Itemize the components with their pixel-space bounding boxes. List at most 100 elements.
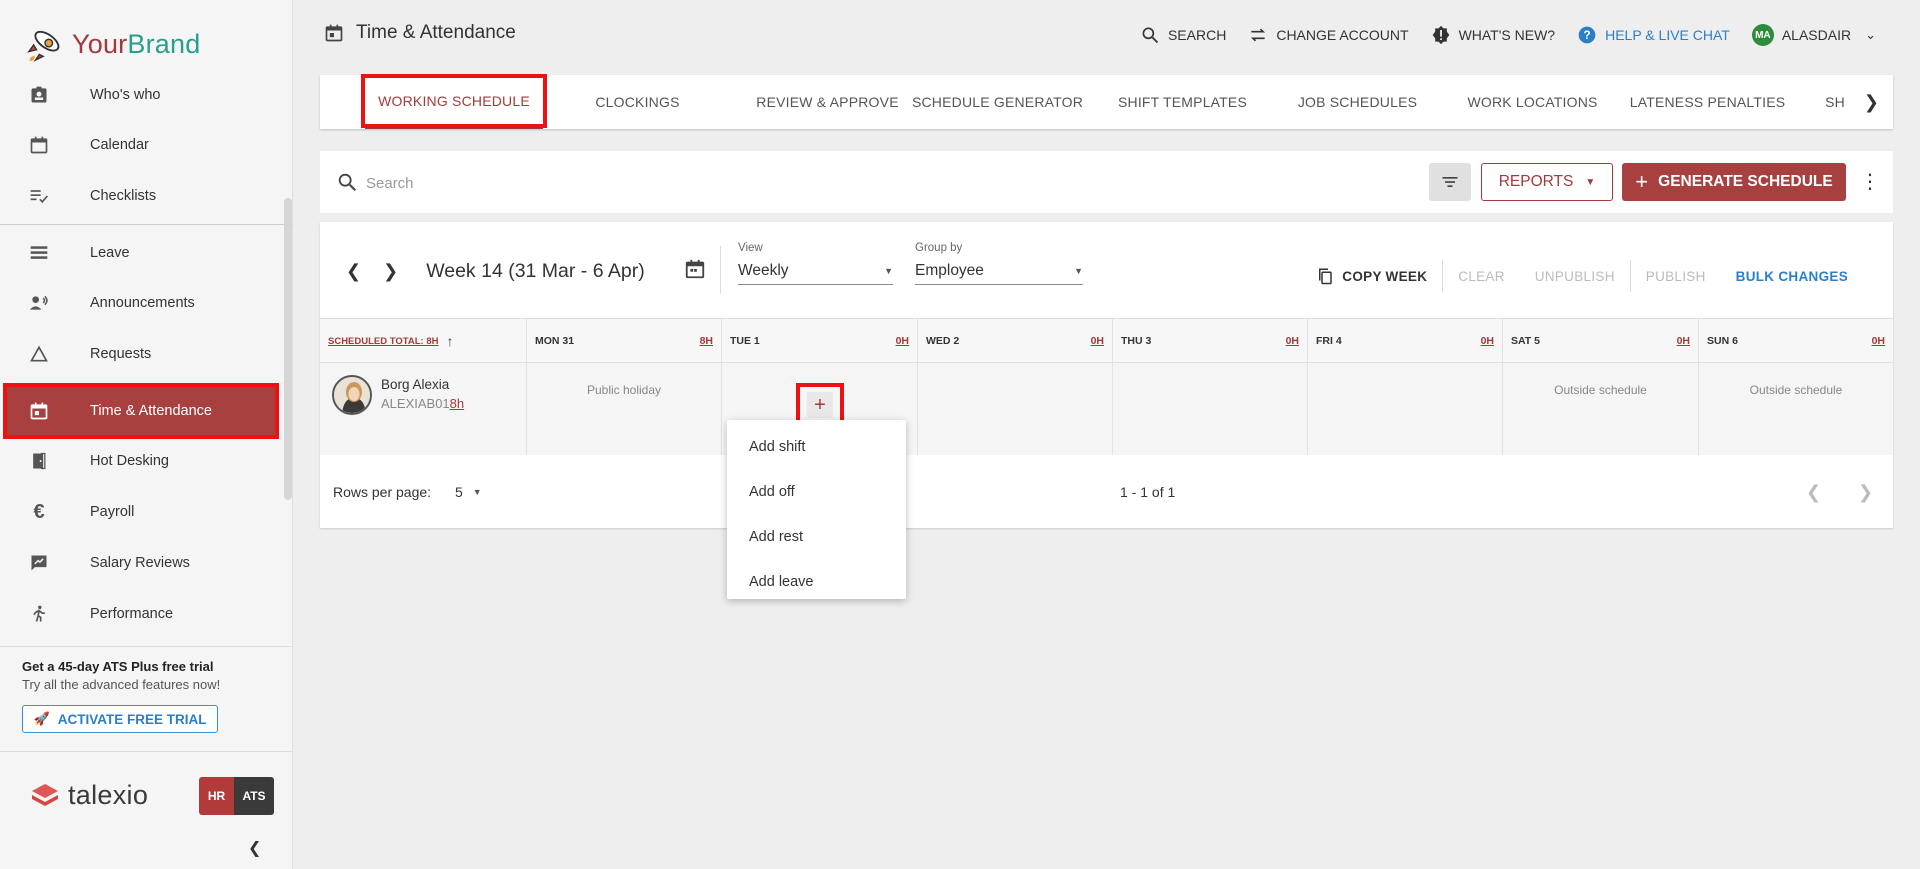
filter-button[interactable] [1429,163,1471,201]
sidebar-item-time-attendance[interactable]: Time & Attendance [3,383,279,439]
sidebar-item-performance[interactable]: Performance [0,589,280,639]
copy-icon [1319,268,1333,285]
whats-new-label: WHAT'S NEW? [1458,27,1556,43]
menu-item-add-leave[interactable]: Add leave [727,559,906,604]
sort-arrow-up-icon[interactable]: ↑ [446,333,453,349]
pagination-bar: Rows per page: 5 ▼ 1 - 1 of 1 ❮ ❯ [320,454,1893,528]
clear-button[interactable]: CLEAR [1443,260,1520,292]
day-label: TUE 1 [730,335,760,347]
grid-header: SCHEDULED TOTAL: 8H ↑ MON 31 8H TUE 1 0H W… [320,319,1893,363]
menu-item-add-shift[interactable]: Add shift [727,424,906,469]
tab-clockings[interactable]: CLOCKINGS [550,75,725,129]
sidebar-scrollbar[interactable] [284,198,292,500]
week-label: Week 14 (31 Mar - 6 Apr) [426,260,645,282]
menu-item-add-off[interactable]: Add off [727,469,906,514]
tab-review-approve[interactable]: REVIEW & APPROVE [725,75,930,129]
badge-icon [28,84,50,106]
menu-item-add-rest[interactable]: Add rest [727,514,906,559]
tab-shift-templates[interactable]: SHIFT TEMPLATES [1095,75,1270,129]
day-label: SAT 5 [1511,335,1540,347]
schedule-actions: COPY WEEK CLEAR UNPUBLISH PUBLISH BULK C… [1301,260,1863,292]
bulk-changes-button[interactable]: BULK CHANGES [1721,260,1863,292]
day-hours[interactable]: 0H [1286,335,1299,347]
trial-subtitle: Try all the advanced features now! [22,677,221,692]
whats-new-button[interactable]: WHAT'S NEW? [1431,25,1556,45]
view-value: Weekly [738,262,789,279]
sidebar-item-checklists[interactable]: Checklists [0,171,280,221]
view-select[interactable]: View Weekly ▼ [738,242,893,285]
sidebar-item-calendar[interactable]: Calendar [0,120,280,170]
copy-week-button[interactable]: COPY WEEK [1301,260,1442,292]
next-page-icon[interactable]: ❯ [1858,482,1873,503]
reports-button[interactable]: REPORTS ▼ [1481,163,1613,201]
calendar-icon [28,134,50,156]
sidebar-item-leave[interactable]: Leave [0,228,280,278]
svg-text:?: ? [1584,29,1591,42]
euro-icon: € [33,500,45,523]
next-week-icon[interactable]: ❯ [383,261,398,282]
hr-badge[interactable]: HR [199,777,234,815]
rows-per-page-value: 5 [455,484,463,500]
day-hours[interactable]: 8H [700,335,713,347]
sidebar-item-payroll[interactable]: € Payroll [0,487,280,537]
employee-hours[interactable]: 8h [450,396,464,411]
sidebar-item-hot-desking[interactable]: Hot Desking [0,436,280,486]
sidebar-item-salary-reviews[interactable]: Salary Reviews [0,538,280,588]
more-vert-icon[interactable]: ⋮ [1860,169,1880,194]
day-hours[interactable]: 0H [1872,335,1885,347]
product-switcher[interactable]: HR ATS [199,777,274,815]
sidebar-item-announcements[interactable]: Announcements [0,278,280,328]
generate-schedule-button[interactable]: + GENERATE SCHEDULE [1622,163,1846,201]
day-header-fri: FRI 4 0H [1308,319,1503,363]
caret-down-icon: ▼ [1074,266,1083,276]
calendar-today-icon [28,400,50,422]
collapse-sidebar-icon[interactable]: ❮ [248,838,261,858]
tab-schedule-generator[interactable]: SCHEDULE GENERATOR [910,75,1085,129]
megaphone-icon [28,292,50,314]
tab-lateness-penalties[interactable]: LATENESS PENALTIES [1620,75,1795,129]
day-cell-wed[interactable] [918,363,1113,455]
date-picker-icon[interactable] [684,258,706,280]
day-cell-mon[interactable]: Public holiday [527,363,722,455]
change-account-button[interactable]: CHANGE ACCOUNT [1248,25,1409,45]
user-menu[interactable]: MA ALASDAIR ⌄ [1751,24,1876,46]
sidebar-item-requests[interactable]: Requests [0,329,280,379]
ats-badge[interactable]: ATS [234,777,274,815]
tabs-scroll-right-icon[interactable]: ❯ [1864,92,1879,113]
day-cell-sat[interactable]: Outside schedule [1503,363,1699,455]
prev-page-icon[interactable]: ❮ [1806,482,1821,503]
copy-week-label: COPY WEEK [1342,268,1428,284]
sidebar-item-whos-who[interactable]: Who's who [0,70,280,120]
day-hours[interactable]: 0H [1677,335,1690,347]
caret-down-icon: ▼ [1585,176,1596,188]
brand-logo[interactable]: YourBrand [26,24,200,64]
search-toolbar: REPORTS ▼ + GENERATE SCHEDULE ⋮ [320,151,1893,213]
change-account-label: CHANGE ACCOUNT [1276,27,1409,43]
day-cell-thu[interactable] [1113,363,1308,455]
day-cell-fri[interactable] [1308,363,1503,455]
employee-cell[interactable]: Borg Alexia ALEXIAB018h [320,363,527,455]
activate-trial-button[interactable]: 🚀 ACTIVATE FREE TRIAL [22,705,218,733]
prev-week-icon[interactable]: ❮ [346,261,361,282]
calendar-today-icon [325,24,343,42]
scheduled-total-header[interactable]: SCHEDULED TOTAL: 8H ↑ [320,319,527,363]
day-label: THU 3 [1121,335,1152,347]
unpublish-button[interactable]: UNPUBLISH [1520,260,1630,292]
tab-work-locations[interactable]: WORK LOCATIONS [1445,75,1620,129]
tab-job-schedules[interactable]: JOB SCHEDULES [1270,75,1445,129]
day-hours[interactable]: 0H [896,335,909,347]
rows-per-page-select[interactable]: 5 ▼ [455,484,482,500]
day-hours[interactable]: 0H [1481,335,1494,347]
day-cell-sun[interactable]: Outside schedule [1699,363,1893,455]
talexio-name: talexio [68,780,149,810]
group-by-select[interactable]: Group by Employee ▼ [915,242,1083,285]
tab-overflow[interactable]: SH [1820,75,1850,129]
day-hours[interactable]: 0H [1091,335,1104,347]
search-input[interactable] [366,169,1166,197]
header-search-button[interactable]: SEARCH [1140,25,1226,45]
publish-button[interactable]: PUBLISH [1631,260,1721,292]
help-chat-button[interactable]: ? HELP & LIVE CHAT [1577,25,1730,45]
toolbar-separator [720,246,721,294]
trial-promo: Get a 45-day ATS Plus free trial Try all… [0,646,293,752]
talexio-logo: talexio [30,780,148,811]
